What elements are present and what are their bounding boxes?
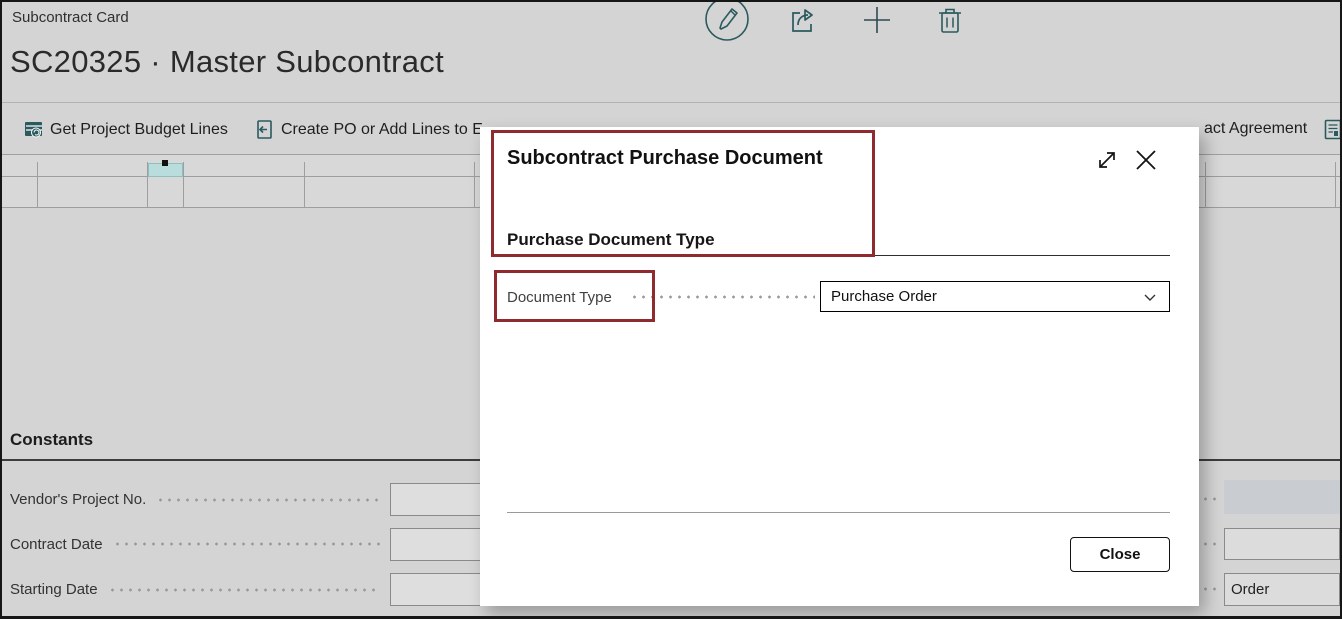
dotted-leader bbox=[108, 587, 380, 593]
action-label: Get Project Budget Lines bbox=[50, 121, 228, 139]
document-type-order-input[interactable]: Order bbox=[1224, 573, 1340, 606]
grid-line bbox=[304, 162, 305, 207]
action-contract-agreement-partial[interactable]: act Agreement bbox=[1204, 120, 1307, 138]
header-divider bbox=[2, 102, 1342, 103]
action-label: act Agreement bbox=[1204, 120, 1307, 138]
subcontract-card-window: Subcontract Card SC20325 · Master Subcon… bbox=[0, 0, 1342, 619]
document-type-label: Document Type bbox=[507, 289, 612, 306]
expand-icon[interactable] bbox=[1095, 148, 1119, 172]
field-row-vendors-project-no: Vendor's Project No. bbox=[10, 483, 510, 516]
dotted-leader bbox=[113, 541, 380, 547]
dotted-leader bbox=[1201, 496, 1219, 502]
edit-pencil-icon[interactable] bbox=[703, 0, 751, 45]
grid-line bbox=[474, 162, 475, 207]
chevron-down-icon bbox=[1141, 288, 1159, 306]
delete-icon[interactable] bbox=[936, 5, 964, 35]
document-type-select-value: Purchase Order bbox=[831, 288, 1141, 305]
close-button[interactable]: Close bbox=[1070, 537, 1170, 572]
dialog-section-title: Purchase Document Type bbox=[507, 230, 715, 250]
document-type-select[interactable]: Purchase Order bbox=[820, 281, 1170, 312]
grid-line bbox=[183, 162, 184, 207]
dialog-footer-divider bbox=[507, 512, 1170, 513]
action-get-project-budget-lines[interactable]: Get Project Budget Lines bbox=[24, 120, 228, 139]
create-po-icon bbox=[255, 120, 274, 139]
field-label: Vendor's Project No. bbox=[10, 491, 146, 508]
dotted-leader bbox=[1201, 586, 1219, 592]
agreement-document-icon[interactable] bbox=[1324, 119, 1342, 140]
dotted-leader bbox=[156, 497, 380, 503]
page-caption: Subcontract Card bbox=[12, 9, 129, 26]
add-icon[interactable] bbox=[863, 6, 891, 34]
action-create-po[interactable]: Create PO or Add Lines to E bbox=[255, 120, 483, 139]
close-icon[interactable] bbox=[1133, 147, 1159, 173]
share-icon[interactable] bbox=[788, 6, 818, 36]
dialog-title: Subcontract Purchase Document bbox=[507, 147, 823, 170]
grid-line bbox=[1205, 162, 1206, 207]
dotted-leader bbox=[1201, 541, 1219, 547]
constants-section-title: Constants bbox=[10, 430, 93, 450]
field-row-starting-date: Starting Date bbox=[10, 573, 510, 606]
page-title: SC20325 · Master Subcontract bbox=[10, 44, 444, 80]
grid-line bbox=[37, 162, 38, 207]
dialog-section-divider bbox=[507, 255, 1170, 256]
right-field-input[interactable] bbox=[1224, 528, 1340, 560]
grid-cell-focus-marker bbox=[162, 160, 168, 166]
field-label: Contract Date bbox=[10, 536, 103, 553]
grid-line bbox=[1335, 162, 1336, 207]
field-label: Starting Date bbox=[10, 581, 98, 598]
project-budget-lines-icon bbox=[24, 120, 43, 139]
action-label: Create PO or Add Lines to E bbox=[281, 121, 483, 139]
right-field-disabled-input bbox=[1224, 480, 1340, 514]
field-row-contract-date: Contract Date bbox=[10, 528, 510, 560]
dotted-leader bbox=[630, 294, 815, 300]
subcontract-purchase-document-dialog: Subcontract Purchase Document Purchase D… bbox=[480, 127, 1199, 606]
